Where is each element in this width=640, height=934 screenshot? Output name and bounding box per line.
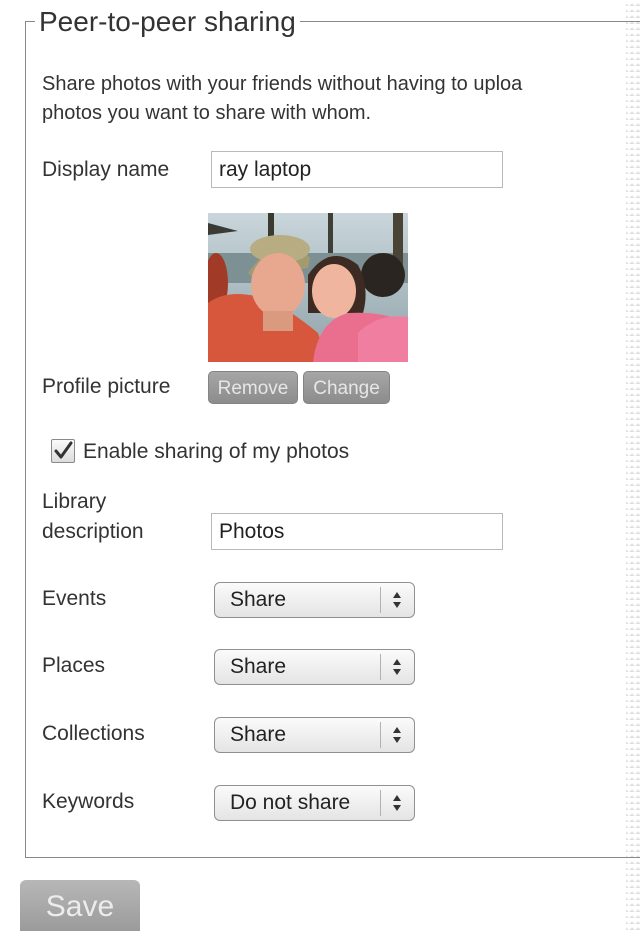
section-description: Share photos with your friends without h… — [42, 70, 640, 128]
places-select-value: Share — [230, 655, 287, 678]
enable-sharing-label: Enable sharing of my photos — [83, 440, 350, 463]
collections-label: Collections — [42, 722, 145, 745]
select-arrows-icon — [393, 727, 401, 743]
keywords-select-value: Do not share — [230, 791, 351, 814]
collections-select-value: Share — [230, 723, 287, 746]
collections-select[interactable]: Share — [214, 717, 415, 753]
description-line-2: photos you want to share with whom. — [42, 102, 372, 124]
places-select[interactable]: Share — [214, 649, 415, 685]
description-line-1: Share photos with your friends without h… — [42, 73, 523, 95]
select-divider — [380, 790, 381, 816]
select-divider — [380, 722, 381, 748]
remove-picture-button[interactable]: Remove — [208, 371, 298, 404]
select-arrows-icon — [393, 659, 401, 675]
events-select-value: Share — [230, 588, 287, 611]
display-name-label: Display name — [42, 158, 170, 181]
display-name-field[interactable]: ray laptop — [211, 151, 503, 188]
library-description-label-line1: Library — [42, 490, 107, 513]
events-select[interactable]: Share — [214, 582, 415, 618]
profile-picture-label: Profile picture — [42, 375, 171, 398]
section-title: Peer-to-peer sharing — [35, 5, 300, 39]
checkmark-icon — [54, 441, 73, 459]
select-arrows-icon — [393, 795, 401, 811]
library-description-label-line2: description — [42, 520, 144, 543]
keywords-label: Keywords — [42, 790, 135, 813]
places-label: Places — [42, 654, 106, 677]
select-divider — [380, 654, 381, 680]
library-description-field[interactable]: Photos — [211, 513, 503, 550]
enable-sharing-checkbox[interactable] — [51, 439, 75, 463]
change-picture-button[interactable]: Change — [303, 371, 390, 404]
keywords-select[interactable]: Do not share — [214, 785, 415, 821]
events-label: Events — [42, 587, 107, 610]
profile-photo — [208, 213, 408, 362]
select-arrows-icon — [393, 592, 401, 608]
save-button[interactable]: Save — [20, 880, 140, 931]
select-divider — [380, 587, 381, 613]
